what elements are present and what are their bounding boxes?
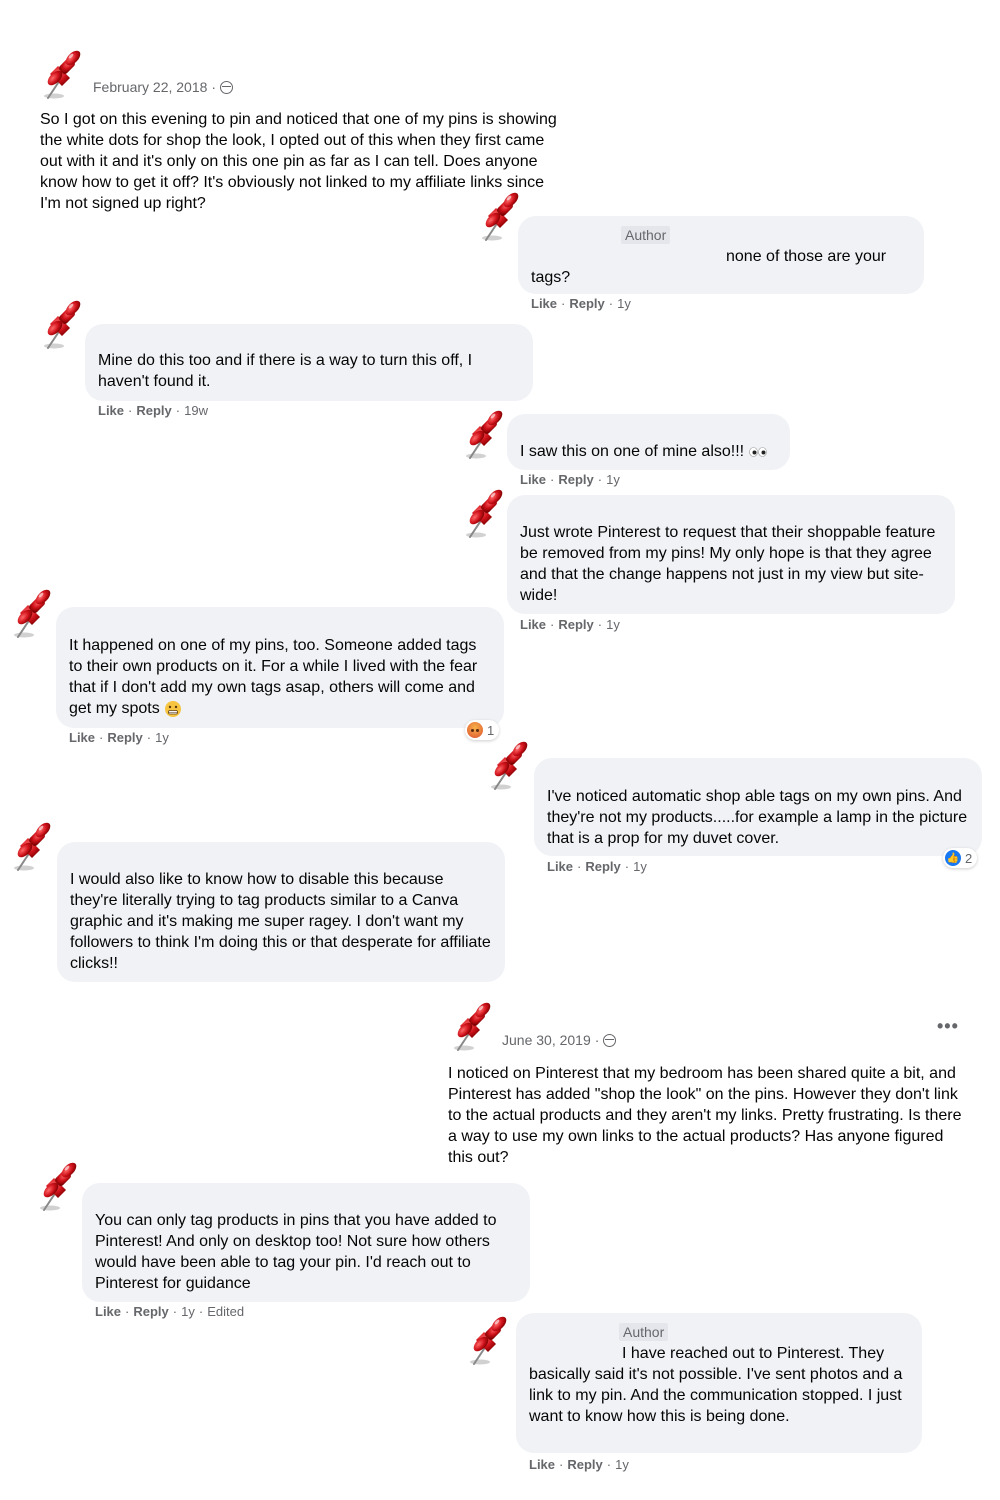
post-text: I noticed on Pinterest that my bedroom h… (448, 1065, 962, 1166)
more-options-button[interactable]: ••• (937, 1016, 959, 1037)
comment-text: I've noticed automatic shop able tags on… (547, 788, 968, 847)
pushpin-icon (40, 48, 86, 102)
pushpin-icon (462, 408, 508, 462)
like-button[interactable]: Like (529, 1457, 555, 1472)
author-badge: Author (619, 1323, 669, 1341)
comment-actions: Like · Reply · 1y (547, 859, 647, 874)
comment-actions: Like · Reply · 1y (520, 617, 620, 632)
comment-text: I have reached out to Pinterest. They ba… (529, 1345, 903, 1425)
grimacing-face-emoji-icon (165, 700, 182, 717)
comment-time[interactable]: 1y (633, 859, 647, 874)
globe-icon (220, 80, 234, 94)
pushpin-icon (466, 1314, 512, 1368)
comment-text: none of those are your tags? (531, 248, 887, 286)
pushpin-icon (36, 1160, 82, 1214)
eyes-emoji-icon (748, 446, 767, 457)
comment-text-part: none of those are your tags? (531, 246, 911, 288)
edited-label: Edited (207, 1304, 245, 1319)
comment-time[interactable]: 1y (606, 617, 620, 632)
like-button[interactable]: Like (520, 617, 546, 632)
comment-text: I would also like to know how to disable… (70, 871, 491, 972)
reaction-count[interactable]: 👍 2 (943, 848, 978, 868)
like-button[interactable]: Like (531, 296, 557, 311)
comment-text: You can only tag products in pins that y… (95, 1212, 497, 1292)
comment-bubble: Author none of those are your tags? (518, 216, 924, 294)
reply-button[interactable]: Reply (567, 1457, 602, 1472)
comment-text: Mine do this too and if there is a way t… (98, 352, 473, 390)
comment-time[interactable]: 19w (184, 403, 208, 418)
author-badge: Author (621, 226, 671, 244)
comment-time[interactable]: 1y (615, 1457, 629, 1472)
reply-button[interactable]: Reply (558, 617, 593, 632)
comment-bubble: It happened on one of my pins, too. Some… (56, 607, 504, 728)
comment-bubble: Author I have reached out to Pinterest. … (516, 1313, 922, 1453)
like-button[interactable]: Like (520, 472, 546, 487)
post-date[interactable]: June 30, 2019 (502, 1032, 591, 1048)
pushpin-icon (10, 820, 56, 874)
reply-button[interactable]: Reply (569, 296, 604, 311)
comment-bubble: I've noticed automatic shop able tags on… (534, 758, 982, 856)
reaction-count[interactable]: 1 (465, 720, 500, 740)
comment-bubble: I would also like to know how to disable… (57, 842, 505, 982)
like-button[interactable]: Like (98, 403, 124, 418)
comment-text: Just wrote Pinterest to request that the… (520, 524, 936, 604)
comment-bubble: You can only tag products in pins that y… (82, 1183, 530, 1302)
comment-actions: Like · Reply · 1y · Edited (95, 1304, 245, 1319)
comment-bubble: Mine do this too and if there is a way t… (85, 324, 533, 401)
reply-button[interactable]: Reply (585, 859, 620, 874)
like-button[interactable]: Like (95, 1304, 121, 1319)
comment-text: It happened on one of my pins, too. Some… (69, 637, 478, 717)
comment-actions: Like · Reply · 1y (529, 1457, 629, 1472)
like-button[interactable]: Like (69, 730, 95, 745)
comment-actions: Like · Reply · 19w (98, 403, 208, 418)
comment-bubble: I saw this on one of mine also!!! (507, 414, 790, 470)
comment-actions: Like · Reply · 1y (520, 472, 620, 487)
reply-button[interactable]: Reply (133, 1304, 168, 1319)
like-reaction-icon: 👍 (945, 850, 961, 866)
post-date[interactable]: February 22, 2018 (93, 79, 207, 95)
comment-time[interactable]: 1y (606, 472, 620, 487)
reply-button[interactable]: Reply (558, 472, 593, 487)
post-date-row: June 30, 2019 · (502, 1032, 617, 1048)
pushpin-icon (40, 298, 86, 352)
pushpin-icon (450, 1000, 496, 1054)
pushpin-icon (10, 587, 56, 641)
comment-actions: Like · Reply · 1y (69, 730, 169, 745)
comment-time[interactable]: 1y (155, 730, 169, 745)
post-date-row: February 22, 2018 · (93, 79, 234, 95)
pushpin-icon (487, 739, 533, 793)
reply-button[interactable]: Reply (107, 730, 142, 745)
comment-text: I saw this on one of mine also!!! (520, 443, 745, 460)
comment-time[interactable]: 1y (181, 1304, 195, 1319)
comment-bubble: Just wrote Pinterest to request that the… (507, 495, 955, 614)
globe-icon (603, 1033, 617, 1047)
reply-button[interactable]: Reply (136, 403, 171, 418)
pushpin-icon (462, 487, 508, 541)
comment-actions: Like · Reply · 1y (531, 296, 631, 311)
comment-time[interactable]: 1y (617, 296, 631, 311)
angry-reaction-icon (467, 722, 483, 738)
like-button[interactable]: Like (547, 859, 573, 874)
